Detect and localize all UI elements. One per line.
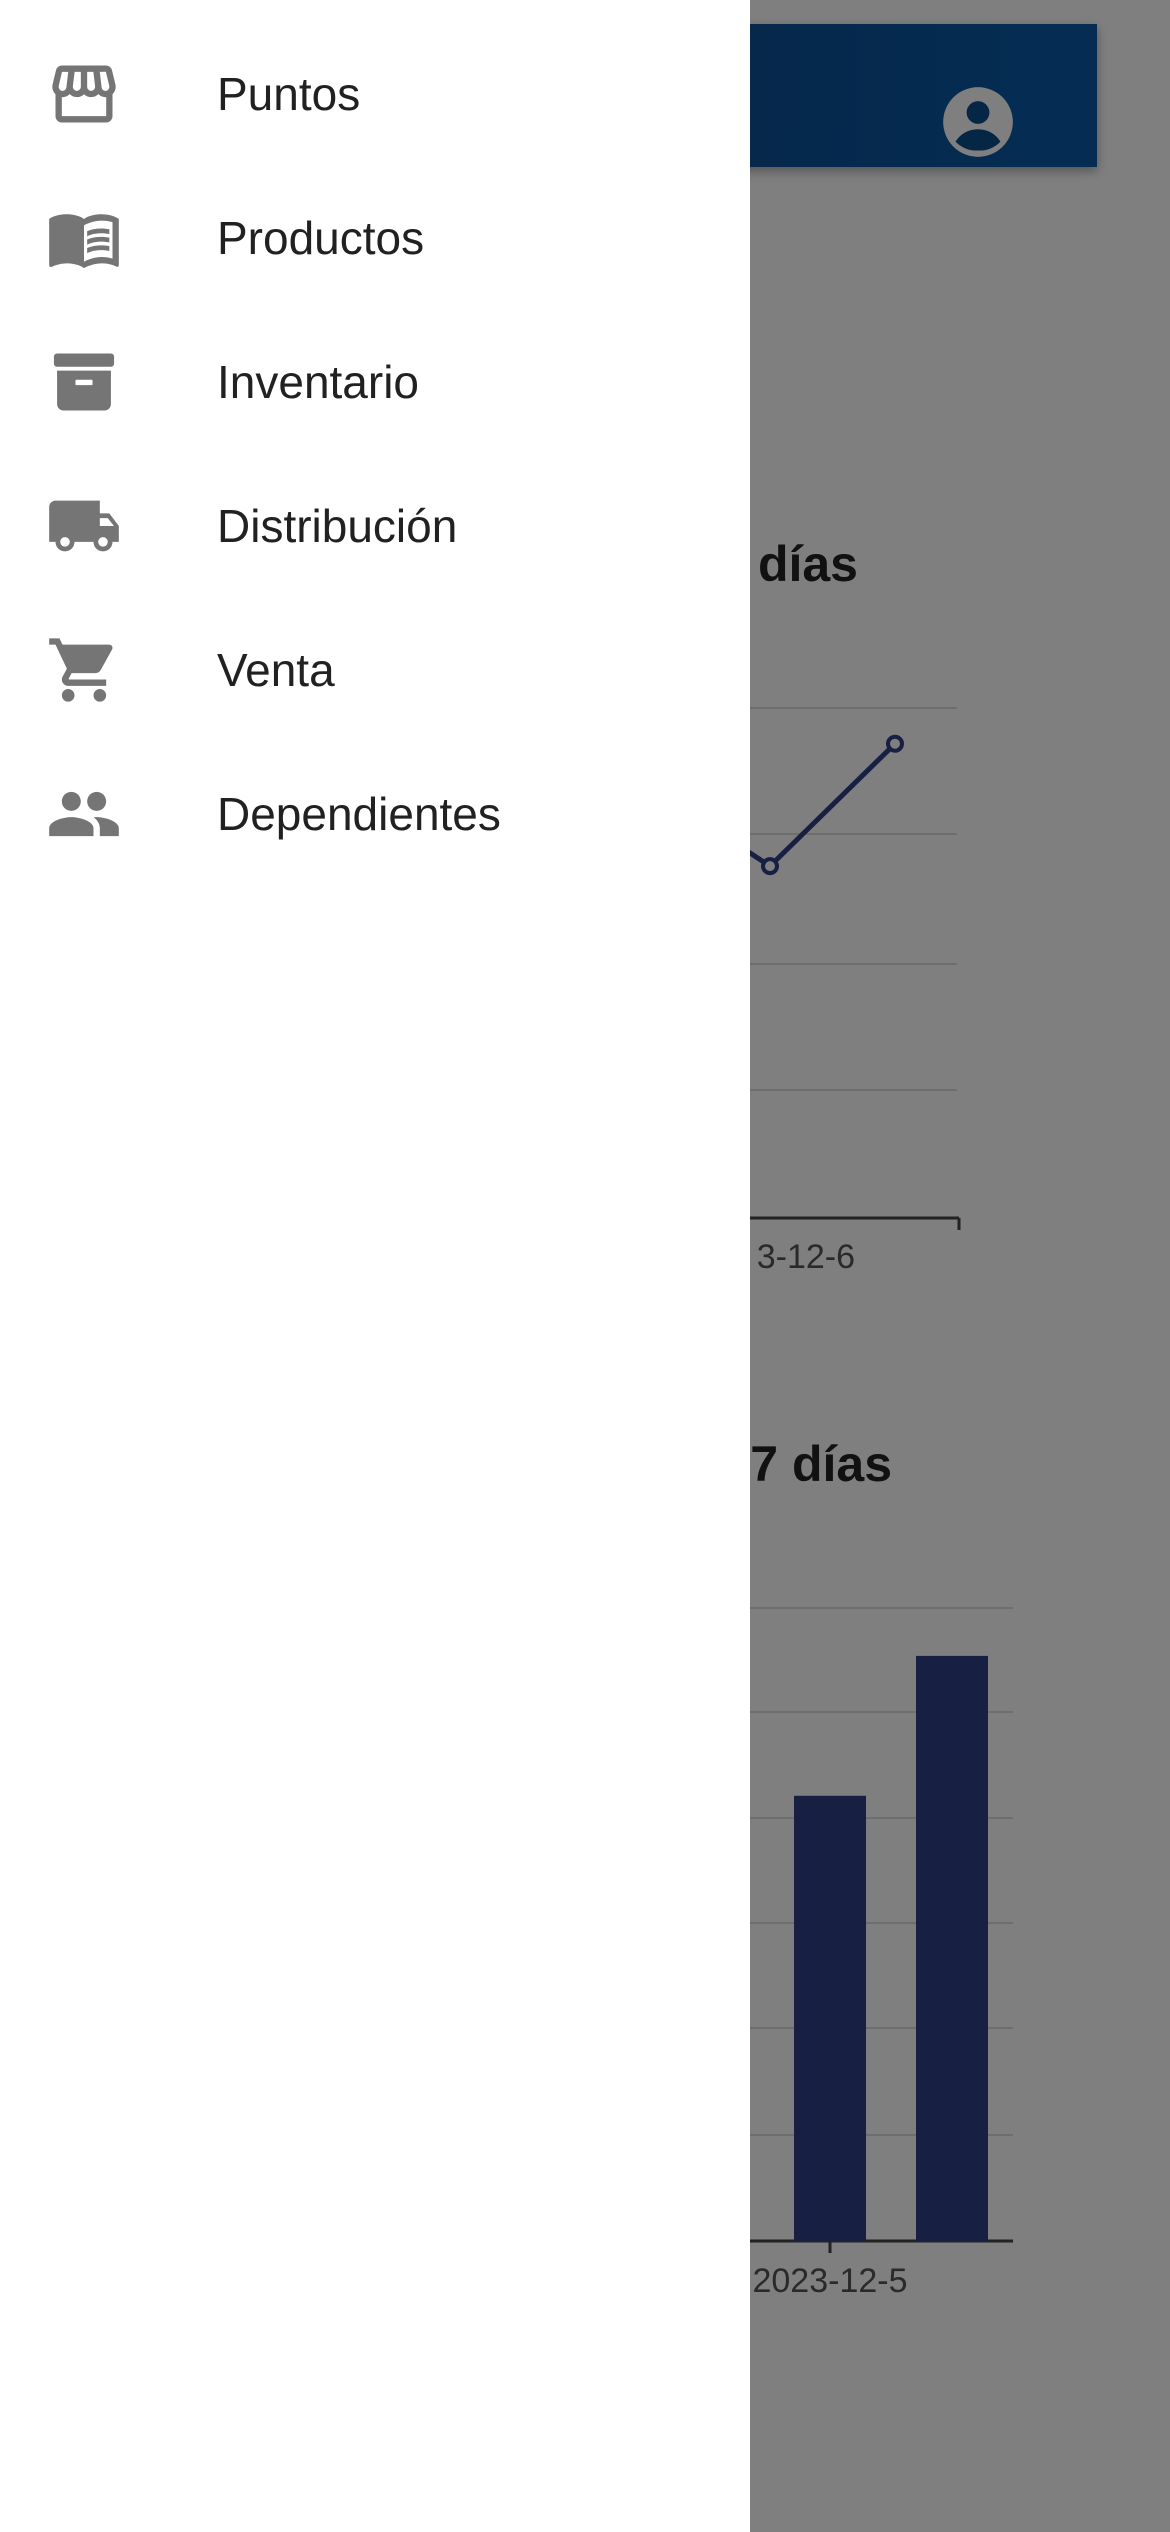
drawer-item-label: Distribución bbox=[217, 500, 458, 552]
drawer-item-puntos[interactable]: Puntos bbox=[0, 22, 750, 166]
drawer-item-dependientes[interactable]: Dependientes bbox=[0, 742, 750, 886]
drawer-item-label: Dependientes bbox=[217, 788, 501, 840]
drawer-item-inventario[interactable]: Inventario bbox=[0, 310, 750, 454]
drawer-item-venta[interactable]: Venta bbox=[0, 598, 750, 742]
drawer-item-distribucion[interactable]: Distribución bbox=[0, 454, 750, 598]
drawer-item-label: Venta bbox=[217, 644, 335, 696]
truck-icon bbox=[46, 488, 122, 564]
drawer-item-label: Inventario bbox=[217, 356, 420, 408]
drawer-item-label: Puntos bbox=[217, 68, 361, 120]
people-icon bbox=[46, 776, 122, 852]
drawer-item-label: Productos bbox=[217, 212, 425, 264]
book-icon bbox=[46, 200, 122, 276]
archive-icon bbox=[46, 344, 122, 420]
navigation-drawer: Puntos Productos Inventario Distribución… bbox=[0, 0, 750, 2532]
store-icon bbox=[46, 56, 122, 132]
cart-icon bbox=[46, 632, 122, 708]
drawer-item-productos[interactable]: Productos bbox=[0, 166, 750, 310]
